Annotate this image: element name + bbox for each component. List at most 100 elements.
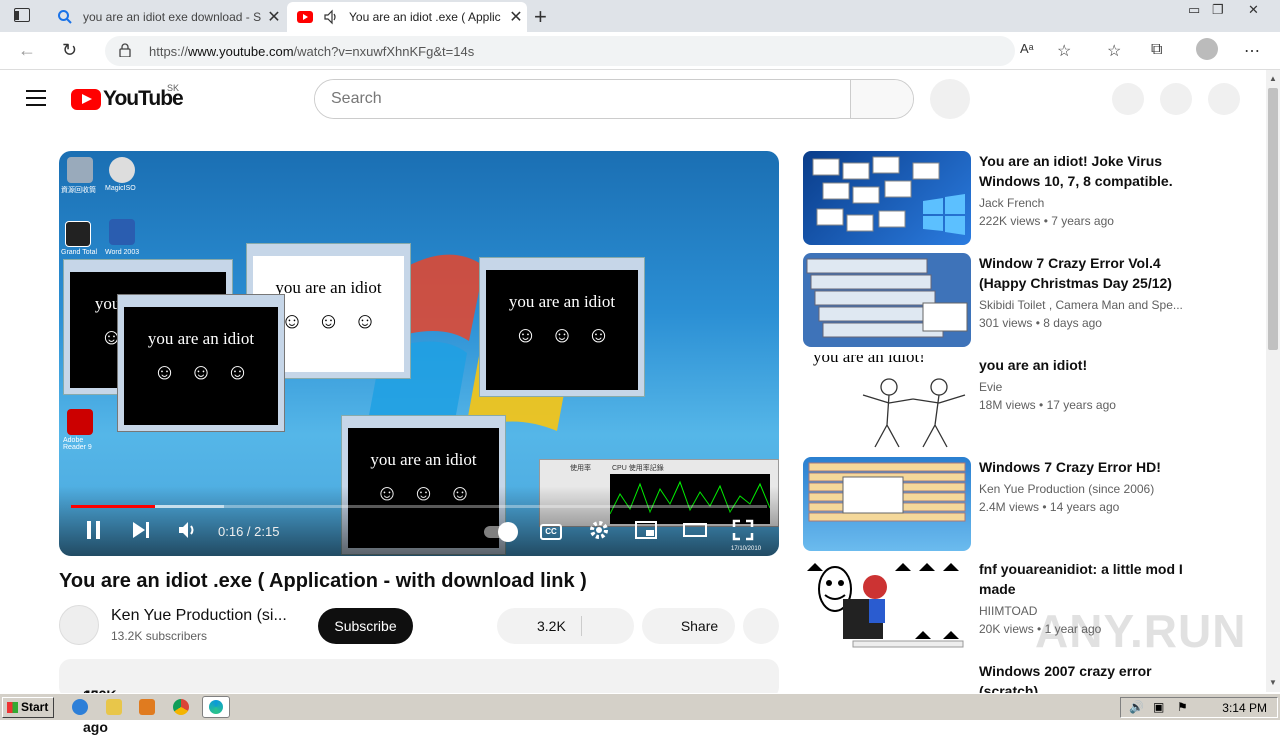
recommendation-meta: 222K views • 7 years ago xyxy=(979,214,1114,228)
search-icon xyxy=(58,10,72,24)
scrollbar-thumb[interactable] xyxy=(1268,88,1278,350)
theater-mode-icon[interactable] xyxy=(682,519,708,541)
speaker-icon[interactable] xyxy=(323,9,339,25)
explorer-icon[interactable] xyxy=(106,699,122,715)
favorite-add-icon[interactable]: ☆ xyxy=(1057,41,1071,61)
pause-icon[interactable] xyxy=(85,519,103,541)
refresh-icon[interactable]: ↻ xyxy=(62,40,77,61)
search-button[interactable] xyxy=(850,80,913,118)
popup-text: you are an idiot xyxy=(147,329,255,348)
channel-avatar[interactable] xyxy=(59,605,99,645)
recommendation-channel[interactable]: Skibidi Toilet , Camera Man and Spe... xyxy=(979,298,1189,312)
video-player[interactable]: 資源回收筒 MagicISO Grand Total Word 2003 Ado… xyxy=(59,151,779,556)
volume-tray-icon[interactable]: 🔊 xyxy=(1129,700,1144,714)
favorites-icon[interactable]: ☆ xyxy=(1107,41,1121,61)
voice-search-button[interactable] xyxy=(930,79,970,119)
recommendation-item[interactable]: Windows 2007 crazy error (scratch) xyxy=(803,661,1223,693)
collections-icon[interactable]: ⧉ xyxy=(1151,41,1162,59)
create-button[interactable] xyxy=(1112,83,1144,115)
tab-youtube[interactable]: You are an idiot .exe ( Applic ✕ xyxy=(287,2,527,32)
recommendation-views: 2.4M views xyxy=(979,500,1040,514)
start-button[interactable]: Start xyxy=(2,697,54,718)
view-stats: 452K views 13 years ago xyxy=(71,673,121,735)
profile-avatar[interactable] xyxy=(1196,38,1218,60)
scroll-down-icon[interactable]: ▼ xyxy=(1269,678,1277,687)
read-aloud-icon[interactable]: Aᵃ xyxy=(1020,41,1034,56)
search-input[interactable] xyxy=(315,80,851,118)
like-button[interactable]: 3.2K xyxy=(537,608,566,644)
page-scrollbar[interactable]: ▲ ▼ xyxy=(1266,70,1280,692)
close-tab-icon[interactable]: ✕ xyxy=(505,7,527,27)
subscribe-button[interactable]: Subscribe xyxy=(318,608,413,644)
time-display: 0:16 / 2:15 xyxy=(218,524,280,539)
channel-name[interactable]: Ken Yue Production (si... xyxy=(111,607,287,625)
menu-icon[interactable] xyxy=(26,90,46,106)
recommendation-views: 20K views xyxy=(979,622,1034,636)
close-tab-icon[interactable]: ✕ xyxy=(263,7,285,27)
recommendation-title[interactable]: Windows 7 Crazy Error HD! xyxy=(979,457,1189,477)
recommendation-channel[interactable]: Evie xyxy=(979,380,1189,394)
edge-taskbar-button[interactable] xyxy=(202,696,230,718)
recommendation-item[interactable]: You are an idiot! Joke Virus Windows 10,… xyxy=(803,151,1223,246)
volume-icon[interactable] xyxy=(177,519,199,541)
word-icon xyxy=(109,219,135,245)
video-thumbnail[interactable] xyxy=(803,661,971,693)
recommendation-title[interactable]: Window 7 Crazy Error Vol.4 (Happy Christ… xyxy=(979,253,1189,293)
lock-icon[interactable] xyxy=(119,43,131,57)
tab-search[interactable]: you are an idiot exe download - S ✕ xyxy=(47,2,285,32)
recommendation-title[interactable]: You are an idiot! Joke Virus Windows 10,… xyxy=(979,151,1189,191)
autoplay-toggle[interactable] xyxy=(484,522,518,542)
tab-actions-icon[interactable] xyxy=(14,8,30,22)
share-button[interactable]: Share xyxy=(642,608,735,644)
windows-taskbar: Start 🔊 ▣ ⚑ 3:14 PM xyxy=(0,693,1280,720)
search-box xyxy=(314,79,914,119)
video-thumbnail[interactable] xyxy=(803,253,971,347)
recommendation-title[interactable]: you are an idiot! xyxy=(979,355,1189,375)
next-icon[interactable] xyxy=(131,519,151,541)
smiley-icon: ☺☺☺ xyxy=(514,322,624,347)
recommendation-channel[interactable]: Ken Yue Production (since 2006) xyxy=(979,482,1189,496)
recommendation-title[interactable]: fnf youareanidiot: a little mod I made xyxy=(979,559,1189,599)
minimize-icon[interactable]: ▭ xyxy=(1188,2,1200,18)
video-thumbnail[interactable]: you are an idiot! xyxy=(803,355,971,449)
recommendation-channel[interactable]: Jack French xyxy=(979,196,1189,210)
recommendation-age: 17 years ago xyxy=(1046,398,1116,412)
tab-title: you are an idiot exe download - S xyxy=(83,10,262,24)
video-thumbnail[interactable] xyxy=(803,559,971,653)
recommendation-title[interactable]: Windows 2007 crazy error (scratch) xyxy=(979,661,1189,693)
recommendation-item[interactable]: you are an idiot! you are an idiot! Evie… xyxy=(803,355,1223,450)
media-player-icon[interactable] xyxy=(139,699,155,715)
more-actions-button[interactable] xyxy=(743,608,779,644)
address-bar[interactable]: https://www.youtube.com/watch?v=nxuwfXhn… xyxy=(105,36,1015,66)
recommendation-item[interactable]: Window 7 Crazy Error Vol.4 (Happy Christ… xyxy=(803,253,1223,348)
chrome-icon[interactable] xyxy=(173,699,189,715)
thumbnail-text: you are an idiot! xyxy=(813,355,925,366)
progress-bar[interactable] xyxy=(71,505,767,508)
scroll-up-icon[interactable]: ▲ xyxy=(1269,74,1277,83)
youtube-logo[interactable]: YouTube SK xyxy=(71,83,184,111)
country-code: SK xyxy=(167,83,180,93)
new-tab-icon[interactable]: + xyxy=(534,4,547,30)
restore-icon[interactable]: ❐ xyxy=(1212,2,1224,18)
miniplayer-icon[interactable] xyxy=(634,519,658,541)
popup-text: you are an idiot xyxy=(370,450,477,469)
dislike-button[interactable] xyxy=(583,608,633,644)
ie-icon[interactable] xyxy=(72,699,88,715)
back-icon[interactable]: ← xyxy=(18,40,36,61)
url-path: /watch?v=nxuwfXhnKFg&t=14s xyxy=(293,44,475,59)
fullscreen-icon[interactable] xyxy=(732,519,754,541)
recommendation-item[interactable]: Windows 7 Crazy Error HD! Ken Yue Produc… xyxy=(803,457,1223,552)
youtube-header: YouTube SK xyxy=(0,70,1266,128)
notifications-button[interactable] xyxy=(1160,83,1192,115)
video-thumbnail[interactable] xyxy=(803,457,971,551)
clock: 3:14 PM xyxy=(1222,701,1267,715)
more-icon[interactable]: ⋯ xyxy=(1244,41,1260,61)
settings-gear-icon[interactable] xyxy=(588,519,610,541)
subtitles-icon[interactable]: CC xyxy=(540,524,562,540)
network-tray-icon[interactable]: ▣ xyxy=(1153,700,1164,714)
video-thumbnail[interactable] xyxy=(803,151,971,245)
close-window-icon[interactable]: ✕ xyxy=(1248,2,1259,18)
flag-tray-icon[interactable]: ⚑ xyxy=(1177,700,1188,714)
recommendation-views: 301 views xyxy=(979,316,1033,330)
account-avatar[interactable] xyxy=(1208,83,1240,115)
